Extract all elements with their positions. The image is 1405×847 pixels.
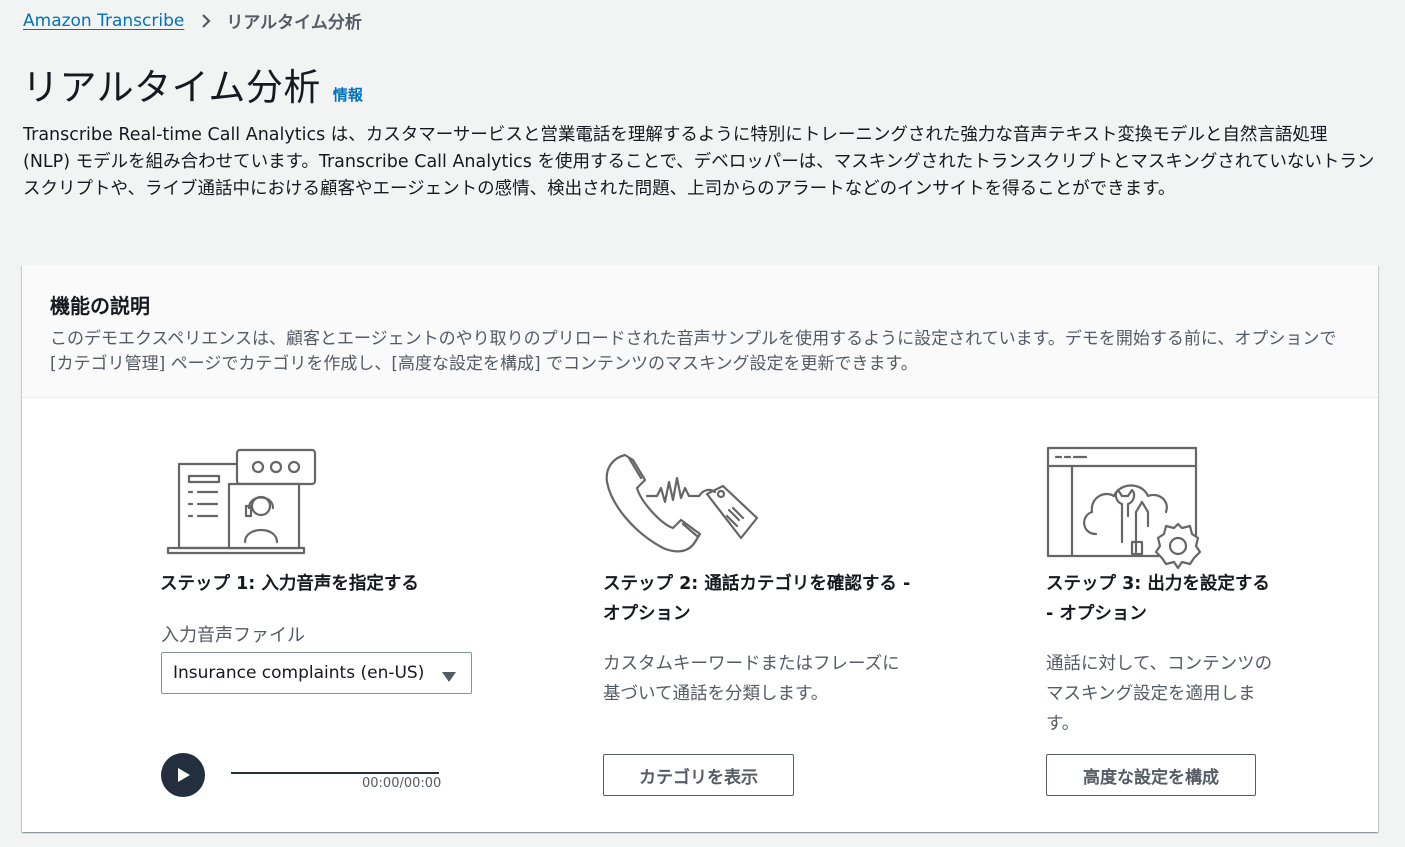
page-title: リアルタイム分析 xyxy=(22,66,321,109)
configure-advanced-settings-button[interactable]: 高度な設定を構成 xyxy=(1046,754,1256,796)
input-audio-label: 入力音声ファイル xyxy=(161,625,305,646)
caret-down-icon xyxy=(441,668,457,688)
view-categories-button[interactable]: カテゴリを表示 xyxy=(603,754,794,796)
intro-text: Transcribe Real-time Call Analytics は、カス… xyxy=(23,125,1375,199)
step-2-description: カスタムキーワードまたはフレーズに基づいて通話を分類します。 xyxy=(603,654,900,704)
agent-chat-icon xyxy=(165,446,320,562)
play-icon xyxy=(174,766,192,784)
chevron-right-icon xyxy=(200,13,212,29)
input-audio-select-value: Insurance complaints (en-US) xyxy=(173,663,425,683)
step-3-description: 通話に対して、コンテンツのマスキング設定を適用します。 xyxy=(1046,654,1273,734)
phone-tag-icon xyxy=(603,452,763,561)
audio-time: 00:00/00:00 xyxy=(362,776,442,791)
step-2-title: ステップ 2: 通話カテゴリを確認する - オプション xyxy=(603,574,911,624)
panel-description: このデモエクスペリエンスは、顧客とエージェントのやり取りのプリロードされた音声サ… xyxy=(50,329,1337,374)
step-1-title: ステップ 1: 入力音声を指定する xyxy=(160,574,419,594)
panel-header: 機能の説明 このデモエクスペリエンスは、顧客とエージェントのやり取りのプリロード… xyxy=(22,265,1378,398)
breadcrumb: Amazon Transcribe リアルタイム分析 xyxy=(23,8,362,34)
page-header: リアルタイム分析 情報 xyxy=(22,57,363,111)
step-3-title: ステップ 3: 出力を設定する - オプション xyxy=(1046,574,1270,624)
play-button[interactable] xyxy=(161,753,205,797)
breadcrumb-current: リアルタイム分析 xyxy=(226,13,362,33)
breadcrumb-link-amazon-transcribe[interactable]: Amazon Transcribe xyxy=(23,11,184,31)
panel-title: 機能の説明 xyxy=(50,294,150,318)
input-audio-select[interactable]: Insurance complaints (en-US) xyxy=(161,652,472,694)
cloud-settings-icon xyxy=(1046,446,1211,575)
audio-progress-track[interactable] xyxy=(231,772,439,774)
info-link[interactable]: 情報 xyxy=(333,84,363,105)
